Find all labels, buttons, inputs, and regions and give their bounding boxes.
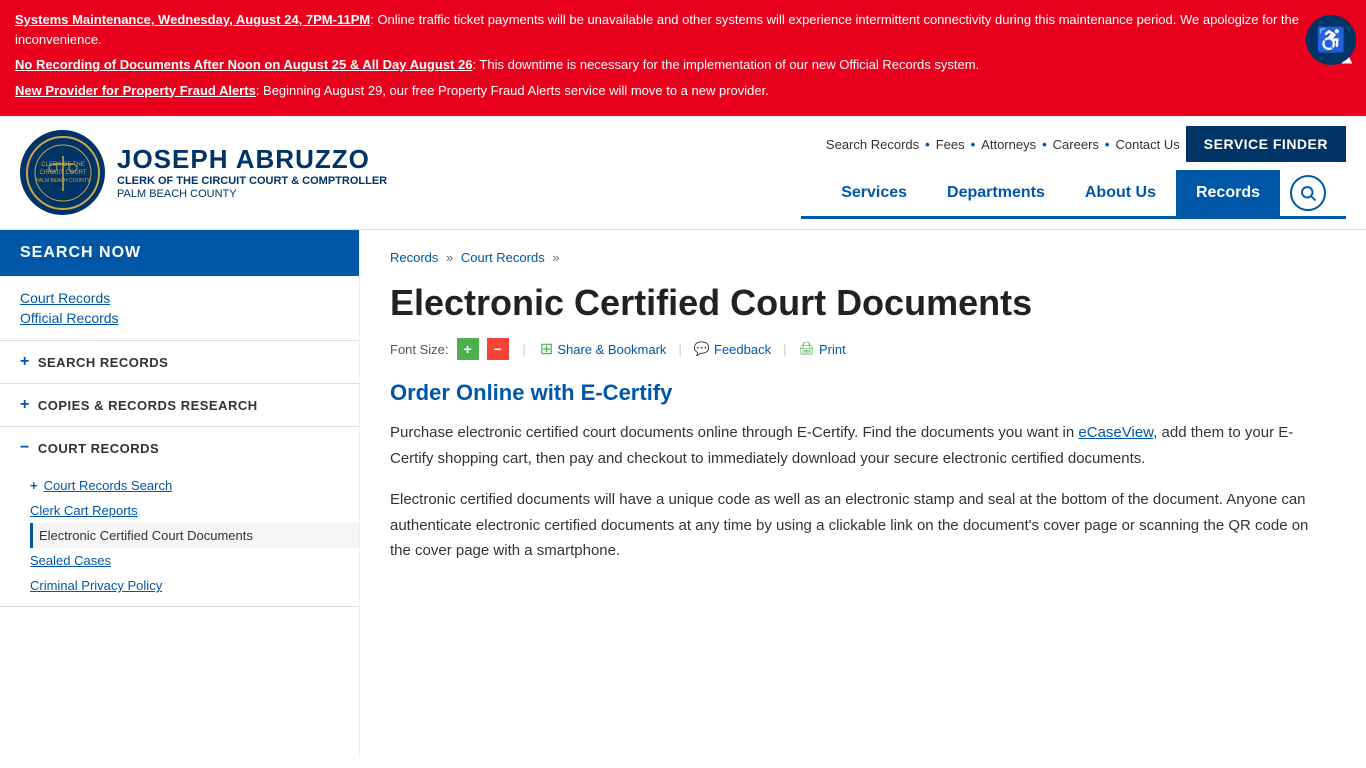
- expand-icon-copies: +: [20, 396, 30, 414]
- sidebar-item-clerk-cart[interactable]: Clerk Cart Reports: [30, 498, 359, 523]
- page-title: Electronic Certified Court Documents: [390, 281, 1310, 324]
- expand-icon-search-records: +: [20, 353, 30, 371]
- sidebar-link-court-records-search[interactable]: Court Records Search: [44, 478, 173, 493]
- top-nav: Search Records • Fees • Attorneys • Care…: [826, 137, 1180, 152]
- sidebar-section-copies-header[interactable]: + COPIES & RECORDS RESEARCH: [0, 384, 359, 426]
- font-size-label: Font Size:: [390, 342, 449, 357]
- header-logo-area: CLERK OF THE CIRCUIT COURT PALM BEACH CO…: [20, 130, 387, 215]
- feedback-label: Feedback: [714, 342, 771, 357]
- feedback-icon: 💬: [694, 341, 710, 357]
- service-finder-button[interactable]: SERVICE FINDER: [1186, 126, 1346, 162]
- alert-item-2: No Recording of Documents After Noon on …: [15, 55, 1316, 75]
- sidebar-section-copies: + COPIES & RECORDS RESEARCH: [0, 384, 359, 427]
- nav-search-icon[interactable]: [1290, 175, 1326, 211]
- accessibility-button[interactable]: ♿: [1306, 15, 1356, 65]
- alert-link-3[interactable]: New Provider for Property Fraud Alerts: [15, 83, 256, 98]
- body-paragraph-2: Electronic certified documents will have…: [390, 487, 1310, 564]
- sidebar-label-electronic-certified: Electronic Certified Court Documents: [39, 528, 253, 543]
- feedback-link[interactable]: 💬 Feedback: [694, 341, 771, 357]
- sidebar-section-court-records-label: COURT RECORDS: [38, 441, 159, 456]
- sidebar-quick-links: Court Records Official Records: [0, 276, 359, 341]
- main-nav: Services Departments About Us Records: [801, 170, 1346, 219]
- nav-departments[interactable]: Departments: [927, 170, 1065, 216]
- sidebar-item-criminal-privacy[interactable]: Criminal Privacy Policy: [30, 573, 359, 598]
- sidebar-section-search-records-label: SEARCH RECORDS: [38, 355, 169, 370]
- print-label: Print: [819, 342, 846, 357]
- nav-dot-2: •: [971, 137, 976, 152]
- site-header: CLERK OF THE CIRCUIT COURT PALM BEACH CO…: [0, 116, 1366, 230]
- sidebar-sub-court-records: + Court Records Search Clerk Cart Report…: [0, 469, 359, 606]
- nav-dot-4: •: [1105, 137, 1110, 152]
- font-controls: Font Size: + − | ⊞ Share & Bookmark | 💬 …: [390, 338, 1310, 360]
- alert-link-1[interactable]: Systems Maintenance, Wednesday, August 2…: [15, 12, 370, 27]
- sidebar-link-official-records[interactable]: Official Records: [20, 310, 339, 326]
- sidebar-item-court-records-search[interactable]: + Court Records Search: [30, 473, 359, 498]
- section-title: Order Online with E-Certify: [390, 380, 1310, 406]
- breadcrumb-sep-1: »: [446, 250, 457, 265]
- header-right: Search Records • Fees • Attorneys • Care…: [801, 126, 1346, 219]
- nav-dot-3: •: [1042, 137, 1047, 152]
- sidebar-link-criminal-privacy[interactable]: Criminal Privacy Policy: [30, 578, 162, 593]
- nav-about[interactable]: About Us: [1065, 170, 1176, 216]
- top-nav-contact[interactable]: Contact Us: [1115, 137, 1179, 152]
- org-subtitle: PALM BEACH COUNTY: [117, 188, 387, 201]
- print-icon: 🖨: [799, 341, 816, 357]
- nav-records[interactable]: Records: [1176, 170, 1280, 216]
- sidebar-search-now-header: SEARCH NOW: [0, 230, 359, 276]
- nav-dot-1: •: [925, 137, 930, 152]
- body-paragraph-1: Purchase electronic certified court docu…: [390, 420, 1310, 471]
- alert-item-3: New Provider for Property Fraud Alerts: …: [15, 81, 1316, 101]
- font-decrease-button[interactable]: −: [487, 338, 509, 360]
- sidebar-link-court-records[interactable]: Court Records: [20, 290, 339, 306]
- sidebar: SEARCH NOW Court Records Official Record…: [0, 230, 360, 758]
- controls-divider: |: [523, 342, 526, 357]
- sidebar-section-search-records: + SEARCH RECORDS: [0, 341, 359, 384]
- expand-icon-court-records: −: [20, 439, 30, 457]
- alert-item-1: Systems Maintenance, Wednesday, August 2…: [15, 10, 1316, 49]
- sidebar-section-search-records-header[interactable]: + SEARCH RECORDS: [0, 341, 359, 383]
- breadcrumb-sep-2: »: [552, 250, 559, 265]
- sidebar-item-electronic-certified: Electronic Certified Court Documents: [30, 523, 359, 548]
- top-nav-attorneys[interactable]: Attorneys: [981, 137, 1036, 152]
- logo-emblem: CLERK OF THE CIRCUIT COURT PALM BEACH CO…: [23, 133, 102, 213]
- breadcrumb: Records » Court Records »: [390, 250, 1310, 265]
- ecaseview-link[interactable]: eCaseView: [1078, 424, 1153, 441]
- alert-banner: Systems Maintenance, Wednesday, August 2…: [0, 0, 1366, 116]
- print-link[interactable]: 🖨 Print: [799, 341, 846, 357]
- sidebar-section-court-records: − COURT RECORDS + Court Records Search C…: [0, 427, 359, 607]
- sidebar-section-copies-label: COPIES & RECORDS RESEARCH: [38, 398, 258, 413]
- alert-link-2[interactable]: No Recording of Documents After Noon on …: [15, 57, 472, 72]
- controls-divider-3: |: [783, 342, 786, 357]
- sidebar-link-sealed-cases[interactable]: Sealed Cases: [30, 553, 111, 568]
- sidebar-section-court-records-header[interactable]: − COURT RECORDS: [0, 427, 359, 469]
- page-body: SEARCH NOW Court Records Official Record…: [0, 230, 1366, 758]
- main-content: Records » Court Records » Electronic Cer…: [360, 230, 1340, 758]
- share-icon: ⊞: [540, 339, 553, 359]
- share-bookmark-link[interactable]: ⊞ Share & Bookmark: [540, 339, 667, 359]
- logo-text: JOSEPH ABRUZZO CLERK OF THE CIRCUIT COUR…: [117, 144, 387, 202]
- top-nav-fees[interactable]: Fees: [936, 137, 965, 152]
- breadcrumb-court-records[interactable]: Court Records: [461, 250, 545, 265]
- org-title: CLERK OF THE CIRCUIT COURT & COMPTROLLER: [117, 175, 387, 188]
- expand-icon-sub-court-records-search: +: [30, 478, 38, 493]
- org-name: JOSEPH ABRUZZO: [117, 144, 387, 175]
- font-increase-button[interactable]: +: [457, 338, 479, 360]
- breadcrumb-records[interactable]: Records: [390, 250, 438, 265]
- controls-divider-2: |: [678, 342, 681, 357]
- sidebar-item-sealed-cases[interactable]: Sealed Cases: [30, 548, 359, 573]
- site-logo: CLERK OF THE CIRCUIT COURT PALM BEACH CO…: [20, 130, 105, 215]
- top-nav-search-records[interactable]: Search Records: [826, 137, 919, 152]
- nav-services[interactable]: Services: [821, 170, 927, 216]
- share-label: Share & Bookmark: [557, 342, 666, 357]
- sidebar-link-clerk-cart[interactable]: Clerk Cart Reports: [30, 503, 138, 518]
- top-nav-careers[interactable]: Careers: [1053, 137, 1099, 152]
